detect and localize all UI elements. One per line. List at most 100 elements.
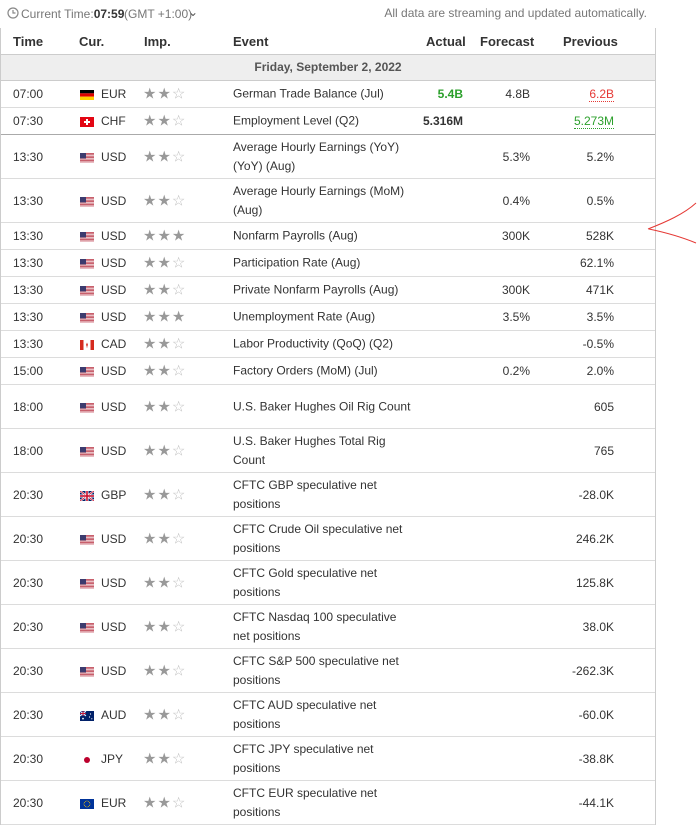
star-filled-icon: ★ (143, 750, 158, 767)
star-filled-icon: ★ (157, 85, 172, 103)
event-name[interactable]: Factory Orders (MoM) (Jul) (233, 362, 411, 381)
table-row[interactable]: 13:30 USD ★★☆ Average Hourly Earnings (MoM)… (1, 179, 655, 223)
table-row[interactable]: 07:30 CHF ★★☆ Employment Level (Q2) 5.316M 5.… (1, 108, 655, 135)
event-currency: USD (101, 531, 127, 546)
previous-value: -60.0K (579, 708, 614, 722)
star-filled-icon: ★ (143, 227, 158, 245)
flag-us-icon (80, 152, 94, 163)
event-name[interactable]: CFTC S&P 500 speculative net positions (233, 652, 411, 690)
table-row[interactable]: 20:30 GBP ★★☆ CFTC GBP speculative net posi… (1, 473, 655, 517)
event-name[interactable]: Average Hourly Earnings (MoM) (Aug) (233, 182, 411, 220)
flag-jp-icon (80, 754, 94, 765)
actual-value: 5.4B (437, 87, 463, 101)
star-outline-icon: ☆ (171, 281, 187, 299)
col-currency[interactable]: Cur. (79, 34, 104, 49)
event-time: 13:30 (13, 256, 44, 270)
col-event[interactable]: Event (233, 34, 268, 49)
event-name[interactable]: CFTC AUD speculative net positions (233, 696, 411, 734)
event-name[interactable]: CFTC Crude Oil speculative net positions (233, 520, 411, 558)
table-row[interactable]: 07:00 EUR ★★☆ German Trade Balance (Jul) 5.4… (1, 81, 655, 108)
flag-us-icon (80, 366, 94, 377)
star-outline-icon: ☆ (171, 362, 187, 380)
table-row[interactable]: 20:30 EUR ★★☆ CFTC EUR speculative net posi… (1, 781, 655, 825)
event-name[interactable]: Average Hourly Earnings (YoY) (YoY) (Aug… (233, 138, 411, 176)
previous-value-text: -28.0K (578, 487, 614, 502)
table-row[interactable]: 18:00 USD ★★☆ U.S. Baker Hughes Total Rig C… (1, 429, 655, 473)
table-row[interactable]: 20:30 USD ★★☆ CFTC Nasdaq 100 speculative n… (1, 605, 655, 649)
table-row[interactable]: 13:30 USD ★★☆ Average Hourly Earnings (YoY)… (1, 135, 655, 179)
star-filled-icon: ★ (157, 662, 172, 679)
previous-value-text: -38.8K (578, 751, 614, 766)
event-currency: EUR (101, 87, 127, 101)
star-filled-icon: ★ (157, 574, 172, 591)
event-name[interactable]: CFTC Nasdaq 100 speculative net position… (233, 608, 411, 646)
flag-us-icon (80, 402, 94, 413)
forecast-value: 3.5% (502, 310, 530, 324)
previous-value: 62.1% (580, 256, 614, 270)
star-outline-icon: ☆ (171, 398, 187, 415)
table-row[interactable]: 13:30 CAD ★★☆ Labor Productivity (QoQ) (Q2)… (1, 331, 655, 358)
importance-stars: ★★☆ (143, 795, 186, 810)
event-name[interactable]: CFTC Gold speculative net positions (233, 564, 411, 602)
star-filled-icon: ★ (157, 192, 172, 209)
event-name[interactable]: CFTC GBP speculative net positions (233, 476, 411, 514)
economic-calendar-table: Time Cur. Imp. Event Actual Forecast Pre… (0, 28, 656, 825)
star-filled-icon: ★ (157, 486, 172, 503)
chevron-down-icon[interactable]: ⌄ (188, 5, 198, 19)
event-name[interactable]: U.S. Baker Hughes Total Rig Count (233, 432, 411, 470)
event-name[interactable]: Labor Productivity (QoQ) (Q2) (233, 335, 411, 354)
star-filled-icon: ★ (143, 574, 158, 591)
event-time: 20:30 (13, 663, 44, 678)
star-filled-icon: ★ (143, 281, 158, 299)
col-time[interactable]: Time (13, 34, 43, 49)
event-name[interactable]: Nonfarm Payrolls (Aug) (233, 227, 411, 246)
event-name[interactable]: German Trade Balance (Jul) (233, 85, 411, 104)
previous-value: -44.1K (579, 796, 614, 810)
col-previous[interactable]: Previous (563, 34, 618, 49)
table-row[interactable]: 13:30 USD ★★☆ Private Nonfarm Payrolls (Aug… (1, 277, 655, 304)
star-filled-icon: ★ (143, 662, 158, 679)
star-filled-icon: ★ (157, 618, 172, 635)
table-row[interactable]: 20:30 USD ★★☆ CFTC S&P 500 speculative net … (1, 649, 655, 693)
previous-value: 528K (586, 229, 614, 243)
event-name[interactable]: Private Nonfarm Payrolls (Aug) (233, 281, 411, 300)
event-name[interactable]: Unemployment Rate (Aug) (233, 308, 411, 327)
table-row[interactable]: 13:30 USD ★★☆ Participation Rate (Aug) 62.1% (1, 250, 655, 277)
star-filled-icon: ★ (157, 706, 172, 723)
event-time: 18:00 (13, 443, 44, 458)
star-outline-icon: ☆ (171, 254, 187, 272)
top-bar: Current Time:07:59 (GMT +1:00) ⌄ All dat… (0, 0, 697, 28)
flag-us-icon (80, 196, 94, 207)
star-outline-icon: ☆ (171, 706, 187, 723)
event-name[interactable]: CFTC JPY speculative net positions (233, 740, 411, 778)
table-row[interactable]: 20:30 JPY ★★☆ CFTC JPY speculative net posi… (1, 737, 655, 781)
previous-value-text: 528K (585, 229, 614, 243)
col-forecast[interactable]: Forecast (480, 34, 534, 49)
star-filled-icon: ★ (143, 486, 158, 503)
table-row[interactable]: 20:30 AUD ★★☆ CFTC AUD speculative net posi… (1, 693, 655, 737)
star-filled-icon: ★ (143, 618, 158, 635)
col-importance[interactable]: Imp. (144, 34, 171, 49)
table-row[interactable]: 20:30 USD ★★☆ CFTC Crude Oil speculative ne… (1, 517, 655, 561)
event-currency: USD (101, 663, 127, 678)
event-currency: USD (101, 364, 127, 378)
star-filled-icon: ★ (157, 227, 172, 245)
event-name[interactable]: U.S. Baker Hughes Oil Rig Count (233, 397, 411, 416)
table-row[interactable]: 13:30 USD ★★★ Unemployment Rate (Aug) 3.5% 3.… (1, 304, 655, 331)
star-outline-icon: ☆ (171, 148, 187, 165)
importance-stars: ★★☆ (143, 114, 186, 129)
star-filled-icon: ★ (143, 192, 158, 209)
table-row[interactable]: 20:30 USD ★★☆ CFTC Gold speculative net pos… (1, 561, 655, 605)
event-name[interactable]: Participation Rate (Aug) (233, 254, 411, 273)
timezone-selector[interactable]: (GMT +1:00) (124, 7, 192, 21)
star-filled-icon: ★ (143, 335, 158, 353)
col-actual[interactable]: Actual (426, 34, 466, 49)
event-time: 20:30 (13, 619, 44, 634)
star-filled-icon: ★ (157, 308, 172, 326)
table-row[interactable]: 18:00 USD ★★☆ U.S. Baker Hughes Oil Rig Cou… (1, 385, 655, 429)
event-name[interactable]: CFTC EUR speculative net positions (233, 784, 411, 822)
table-row[interactable]: 13:30 USD ★★★ Nonfarm Payrolls (Aug) 300K 528… (1, 223, 655, 250)
table-row[interactable]: 15:00 USD ★★☆ Factory Orders (MoM) (Jul) 0.2… (1, 358, 655, 385)
flag-us-icon (80, 285, 94, 296)
event-name[interactable]: Employment Level (Q2) (233, 112, 411, 131)
